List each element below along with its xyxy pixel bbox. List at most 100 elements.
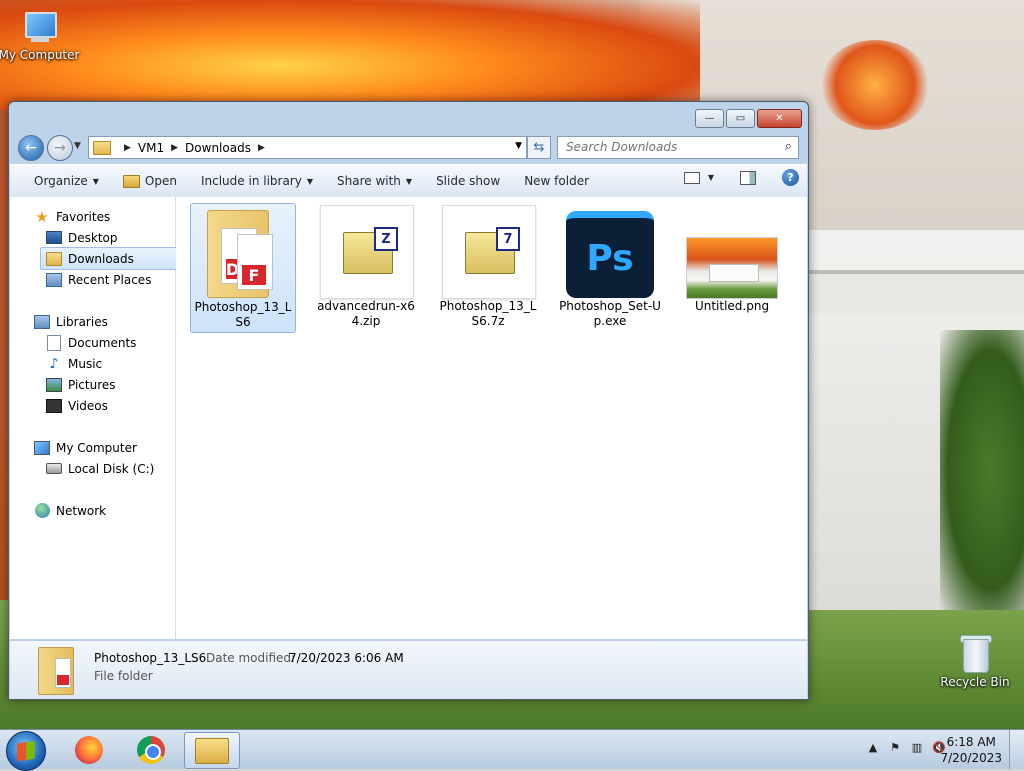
open-folder-icon	[122, 174, 140, 188]
nav-label: My Computer	[56, 440, 137, 455]
search-icon[interactable]: ⌕	[785, 139, 792, 154]
chevron-right-icon[interactable]: ▶	[258, 143, 265, 153]
taskbar-firefox[interactable]	[62, 732, 116, 767]
open-button[interactable]: Open	[111, 169, 189, 193]
arrow-left-icon: ←	[25, 140, 37, 156]
taskbar-explorer[interactable]	[184, 732, 240, 769]
pictures-icon	[46, 377, 62, 392]
network-icon	[34, 503, 50, 518]
chevron-right-icon[interactable]: ▶	[124, 143, 131, 153]
preview-pane-icon[interactable]	[740, 170, 756, 185]
documents-icon	[47, 334, 61, 351]
file-name: Untitled.png	[694, 299, 770, 313]
file-item[interactable]: Ps Photoshop_Set-Up.exe	[558, 203, 662, 331]
forward-button[interactable]: →	[47, 135, 73, 161]
nav-music[interactable]: ♪ Music	[46, 353, 103, 374]
recent-pages-dropdown[interactable]: ▼	[74, 141, 81, 151]
nav-label: Local Disk (C:)	[68, 461, 155, 476]
include-in-library-label: Include in library	[200, 174, 302, 188]
nav-downloads[interactable]: Downloads	[40, 247, 187, 270]
nav-label: Pictures	[68, 377, 116, 392]
nav-libraries[interactable]: Libraries	[34, 311, 108, 332]
nav-documents[interactable]: Documents	[46, 332, 136, 353]
desktop-icon-recycle-bin[interactable]: Recycle Bin	[933, 633, 1017, 689]
details-date-label: Date modified:	[206, 651, 296, 665]
hard-disk-icon	[46, 463, 62, 474]
chevron-down-icon: ▼	[405, 176, 413, 186]
nav-label: Network	[56, 503, 107, 518]
file-item[interactable]: DF F Photoshop_13_LS6	[190, 203, 296, 333]
nav-my-computer[interactable]: My Computer	[34, 437, 137, 458]
share-with-button[interactable]: Share with ▼	[325, 169, 424, 193]
nav-label: Music	[68, 356, 103, 371]
open-label: Open	[144, 174, 177, 188]
recycle-bin-icon	[960, 633, 992, 673]
include-in-library-button[interactable]: Include in library ▼	[189, 169, 325, 193]
back-button[interactable]: ←	[18, 135, 44, 161]
wallpaper-house-roof	[805, 270, 1024, 314]
music-icon: ♪	[49, 355, 59, 372]
breadcrumb-vm1[interactable]: VM1	[138, 141, 164, 155]
start-button[interactable]	[6, 731, 46, 771]
details-type: File folder	[94, 669, 153, 683]
show-desktop-button[interactable]	[1009, 730, 1024, 769]
breadcrumb-downloads[interactable]: Downloads	[185, 141, 251, 155]
desktop-icon	[46, 231, 62, 244]
close-button[interactable]: ✕	[757, 109, 802, 128]
nav-label: Recent Places	[68, 272, 152, 287]
nav-recent-places[interactable]: Recent Places	[46, 269, 151, 290]
folder-icon	[38, 647, 74, 695]
organize-button[interactable]: Organize ▼	[22, 169, 111, 193]
file-list: DF F Photoshop_13_LS6 Z advancedrun-x64.…	[176, 197, 807, 639]
chevron-down-icon: ▼	[306, 176, 313, 186]
network-status-icon[interactable]: ▥	[910, 741, 924, 754]
wallpaper-fireball	[820, 40, 930, 130]
nav-local-disk[interactable]: Local Disk (C:)	[46, 458, 154, 479]
desktop-icon-label: My Computer	[0, 48, 80, 62]
action-center-icon[interactable]: ⚑	[888, 741, 902, 754]
help-icon[interactable]: ?	[782, 169, 799, 186]
address-dropdown-icon[interactable]: ▼	[515, 141, 522, 151]
nav-label: Downloads	[68, 251, 134, 266]
zip-archive-icon: Z	[320, 205, 414, 299]
nav-videos[interactable]: Videos	[46, 395, 108, 416]
downloads-folder-icon	[46, 251, 62, 266]
file-name: advancedrun-x64.zip	[317, 299, 415, 328]
file-item[interactable]: 7 Photoshop_13_LS6.7z	[436, 203, 540, 331]
chevron-right-icon[interactable]: ▶	[171, 143, 178, 153]
windows-logo-icon	[17, 740, 35, 762]
taskbar-chrome[interactable]	[124, 732, 178, 767]
search-input[interactable]	[558, 137, 766, 156]
nav-pictures[interactable]: Pictures	[46, 374, 116, 395]
chrome-icon	[137, 735, 165, 764]
nav-desktop[interactable]: Desktop	[46, 227, 118, 248]
nav-label: Videos	[68, 398, 108, 413]
address-bar[interactable]: ▶ VM1 ▶ Downloads ▶ ▼	[88, 136, 527, 159]
title-bar[interactable]: — ▭ ✕	[9, 102, 808, 130]
show-hidden-icons-icon[interactable]: ▲	[866, 741, 880, 754]
desktop-icon-my-computer[interactable]: My Computer	[0, 10, 81, 62]
clock[interactable]: 6:18 AM 7/20/2023	[940, 734, 1002, 766]
nav-favorites[interactable]: ★ Favorites	[34, 206, 110, 227]
videos-icon	[46, 398, 62, 413]
nav-label: Documents	[68, 335, 137, 350]
photoshop-icon: Ps	[564, 205, 656, 298]
refresh-button[interactable]: ⇆	[527, 136, 551, 159]
file-item[interactable]: Untitled.png	[680, 203, 784, 331]
recent-places-icon	[46, 272, 62, 287]
change-view-icon[interactable]	[683, 171, 700, 184]
7z-archive-icon: 7	[442, 205, 536, 299]
details-pane: Photoshop_13_LS6 Date modified: 7/20/202…	[10, 640, 807, 699]
slide-show-button[interactable]: Slide show	[424, 169, 512, 193]
new-folder-button[interactable]: New folder	[512, 169, 601, 193]
view-dropdown-icon[interactable]: ▼	[708, 173, 714, 182]
address-row: ← → ▼ ▶ VM1 ▶ Downloads ▶ ▼ ⇆ ⌕	[9, 131, 808, 163]
file-name: Photoshop_13_LS6.7z	[439, 299, 537, 328]
file-item[interactable]: Z advancedrun-x64.zip	[314, 203, 418, 331]
nav-network[interactable]: Network	[34, 500, 106, 521]
chevron-down-icon: ▼	[92, 176, 99, 186]
minimize-button[interactable]: —	[695, 109, 724, 128]
search-box[interactable]: ⌕	[557, 136, 799, 159]
maximize-button[interactable]: ▭	[726, 109, 755, 128]
file-name: Photoshop_Set-Up.exe	[559, 299, 661, 328]
